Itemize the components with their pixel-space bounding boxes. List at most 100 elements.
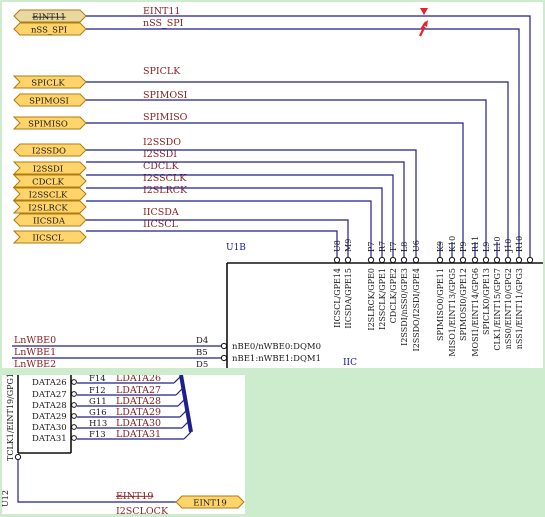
net-label-i2ssdo: I2SSDO: [143, 137, 181, 148]
pin-number-labels: U8 M9 P7 R7 T7 L8 U6 K9 K10 P9 R11 L9 L1…: [333, 236, 524, 253]
net-label-eint19: EINT19: [116, 491, 153, 502]
pin-name-1: IICSDA/GPE15: [344, 268, 353, 329]
pin-number-l8: L8: [400, 242, 409, 252]
port-i2slrck[interactable]: I2SLRCK: [12, 200, 87, 214]
pin-number-p9: P9: [459, 242, 468, 252]
pin-name-b5: nBE1:nWBE1:DQM1: [232, 354, 321, 364]
svg-text:DATA30: DATA30: [32, 423, 67, 433]
pin-name-labels: IICSCL/GPE14 IICSDA/GPE15 I2SLRCK/GPE0 I…: [333, 268, 524, 357]
net-label-cdclk: CDCLK: [143, 161, 179, 172]
pin-name-10: MOSI1/EINT14/GPG6: [471, 268, 480, 357]
net-label-spimiso: SPIMISO: [143, 112, 188, 123]
pin-name-3: I2SSCLK/GPE1: [378, 268, 387, 330]
port-eint19[interactable]: EINT19: [175, 495, 245, 509]
port-spimosi-label: SPIMOSI: [29, 97, 69, 107]
port-i2ssdo-label: I2SSDO: [32, 147, 66, 157]
pin-name-2: I2SLRCK/GPE0: [367, 268, 376, 331]
wire-i2ssdo: [86, 149, 417, 257]
pin-name-12: CLK1/EINT15/GPG7: [493, 268, 502, 351]
pin-number-r7: R7: [378, 241, 387, 252]
pin-name-11: SPICLK0/GPE13: [482, 268, 491, 335]
pin-number-p7: P7: [367, 242, 376, 252]
schematic-canvas: EINT11 nSS_SPI SPICLK SPIMOSI SPIMISO I2…: [0, 0, 545, 517]
pin-d4: D4: [196, 336, 208, 346]
port-iicsda-label: IICSDA: [33, 217, 66, 227]
net-label-spiclk: SPICLK: [143, 66, 181, 77]
top-schematic-svg: EINT11 nSS_SPI SPICLK SPIMOSI SPIMISO I2…: [12, 6, 543, 368]
net-label-iicscl: IICSCL: [143, 219, 179, 230]
pin-bubbles-top: [333, 256, 534, 264]
wire-iicscl: [86, 230, 338, 257]
net-label-lnwbe1: LnWBE1: [14, 347, 56, 358]
pin-name-14: nSS1/EINT11/GPG3: [515, 268, 524, 349]
data-bus: [173, 375, 193, 440]
pin-name-7: SPIMISO0/GPE11: [436, 268, 445, 341]
net-label-iicsda: IICSDA: [143, 207, 179, 218]
pin-number-l9: L9: [482, 242, 491, 252]
pin-name-4: CDCLK/GPE2: [389, 268, 398, 323]
schematic-panel-top: EINT11 nSS_SPI SPICLK SPIMOSI SPIMISO I2…: [2, 2, 543, 368]
pin-name-d4: nBE0/nWBE0:DQM0: [232, 342, 321, 352]
net-label-lnwbe0: LnWBE0: [14, 335, 56, 346]
port-eint11[interactable]: EINT11: [13, 9, 87, 23]
port-i2slrck-label: I2SLRCK: [28, 204, 68, 214]
port-iicsda[interactable]: IICSDA: [13, 213, 87, 227]
wire-iicsda: [86, 219, 349, 257]
svg-text:DATA26: DATA26: [32, 378, 67, 388]
pin-name-5: I2SSDI/nSS0/GPE3: [400, 268, 409, 346]
pin-name-8: MISO1/EINT13/GPG5: [448, 268, 457, 357]
port-i2ssclk[interactable]: I2SSCLK: [12, 187, 87, 201]
port-iicscl-label: IICSCL: [32, 234, 64, 244]
port-eint19-label: EINT19: [193, 499, 227, 509]
net-label-lnwbe2: LnWBE2: [14, 359, 56, 368]
port-spiclk[interactable]: SPICLK: [12, 75, 87, 89]
port-nss-spi-label: nSS_SPI: [31, 26, 67, 36]
svg-text:LDATA29: LDATA29: [116, 407, 161, 418]
pin-name-9: SPIMOSI0/GPE12: [459, 268, 468, 341]
svg-text:LDATA28: LDATA28: [116, 396, 161, 407]
schematic-panel-bottom: TCLK1/EINT19/GPG11 U12 DATA26 F14 LDATA2…: [2, 375, 245, 514]
net-label-spimosi: SPIMOSI: [143, 90, 188, 101]
port-iicscl[interactable]: IICSCL: [12, 230, 87, 244]
port-nss-spi[interactable]: nSS_SPI: [13, 22, 87, 36]
port-spimiso[interactable]: SPIMISO: [12, 116, 87, 130]
red-marker-slash: [419, 20, 428, 37]
left-net-lnwbe2: LnWBE2 D5: [14, 359, 208, 368]
pin-name-6: I2SSDO/I2SDI/GPE4: [412, 268, 421, 351]
svg-text:DATA29: DATA29: [32, 412, 67, 422]
pin-number-t7: T7: [389, 242, 398, 252]
svg-text:DATA31: DATA31: [32, 434, 67, 444]
port-i2ssdi[interactable]: I2SSDI: [12, 161, 87, 175]
port-i2ssdi-label: I2SSDI: [33, 165, 63, 175]
svg-text:LDATA31: LDATA31: [116, 429, 161, 440]
port-spimiso-label: SPIMISO: [28, 120, 68, 130]
pin-name-0: IICSCL/GPE14: [333, 268, 342, 328]
port-spiclk-label: SPICLK: [31, 79, 65, 89]
bottom-schematic-svg: TCLK1/EINT19/GPG11 U12 DATA26 F14 LDATA2…: [2, 375, 245, 514]
iic-group-label: IIC: [343, 358, 357, 368]
pin-number-u8: U8: [333, 240, 342, 252]
svg-text:DATA27: DATA27: [32, 390, 67, 400]
port-cdclk[interactable]: CDCLK: [12, 174, 87, 188]
pin-name-13: nSS0/EINT10/GPG2: [504, 268, 513, 349]
pin-number-r10: R10: [515, 236, 524, 252]
svg-text:LDATA27: LDATA27: [116, 385, 161, 396]
port-i2ssdo[interactable]: I2SSDO: [13, 143, 87, 157]
clip-label: I2SCLOCK: [116, 506, 169, 514]
svg-text:DATA28: DATA28: [32, 401, 67, 411]
port-cdclk-label: CDCLK: [32, 178, 64, 188]
pin-number-j10: J10: [504, 239, 513, 253]
net-label-i2ssdi: I2SSDI: [143, 149, 177, 160]
net-label-i2slrck: I2SLRCK: [143, 185, 188, 196]
net-label-nss-spi: nSS_SPI: [143, 18, 184, 29]
port-i2ssclk-label: I2SSCLK: [29, 191, 68, 201]
port-spimosi[interactable]: SPIMOSI: [13, 93, 87, 107]
pin-b5: B5: [196, 348, 208, 358]
pin-number-m9: M9: [344, 239, 353, 252]
net-label-eint11: EINT11: [143, 6, 180, 17]
pin-number-u6: U6: [412, 240, 421, 252]
chip-ref-label: U1B: [226, 243, 246, 253]
pin-d5: D5: [196, 360, 208, 368]
vertical-pin-name: TCLK1/EINT19/GPG11: [6, 375, 15, 461]
vertical-pin-number: U12: [2, 490, 10, 507]
